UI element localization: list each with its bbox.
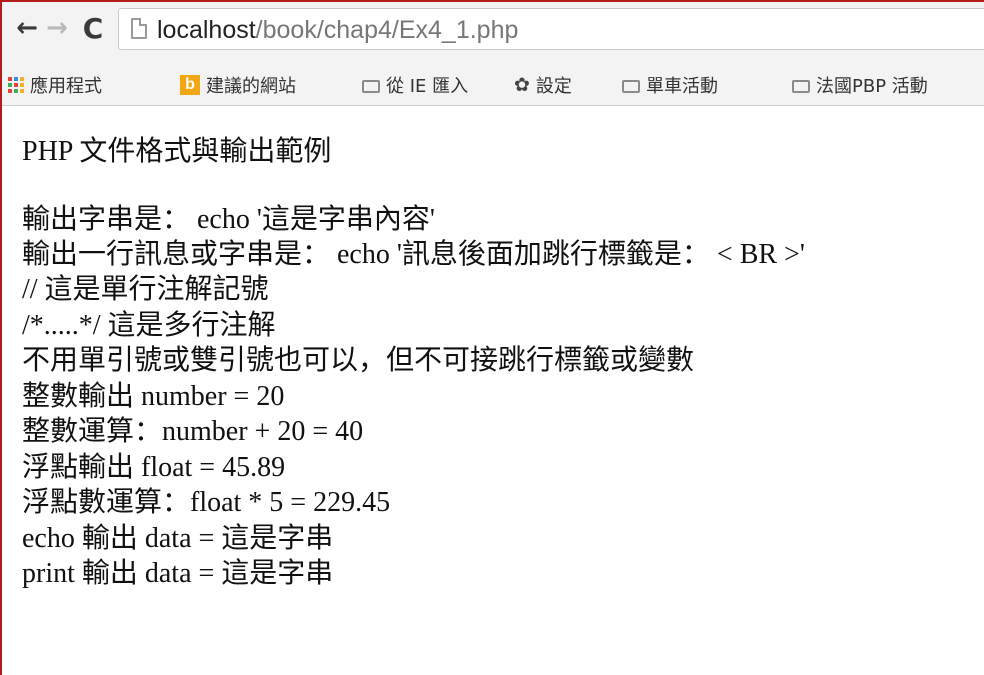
url-host: localhost <box>157 16 256 44</box>
page-icon <box>131 18 147 39</box>
bookmark-label: 建議的網站 <box>206 76 296 97</box>
bookmark-label: 從 IE 匯入 <box>386 76 469 97</box>
output-line: /*.....*/ 這是多行注解 <box>22 310 276 341</box>
bookmark-label: 設定 <box>535 76 572 97</box>
address-bar[interactable]: localhost/book/chap4/Ex4_1.php <box>118 8 984 50</box>
browser-toolbar: ← → C localhost/book/chap4/Ex4_1.php <box>2 2 984 64</box>
bookmark-suggested-sites[interactable]: b 建議的網站 <box>180 70 296 100</box>
reload-button[interactable]: C <box>78 10 108 46</box>
bookmark-import-ie[interactable]: 從 IE 匯入 <box>362 70 468 100</box>
output-line: // 這是單行注解記號 <box>22 274 269 305</box>
output-line: 浮點數運算：float * 5 = 229.45 <box>22 487 391 518</box>
output-line: echo 輸出 data = 這是字串 <box>22 523 334 554</box>
bookmark-pbp[interactable]: 法國PBP 活動 <box>792 70 928 100</box>
folder-icon <box>362 79 380 93</box>
bookmarks-bar: 應用程式 b 建議的網站 從 IE 匯入 ✿ 設定 單車活動 法國PBP 活動 <box>2 64 984 106</box>
browser-window: ← → C localhost/book/chap4/Ex4_1.php 應用程… <box>0 0 984 675</box>
bookmark-label: 應用程式 <box>30 76 102 97</box>
output-line: 輸出一行訊息或字串是： echo '訊息後面加跳行標籤是： < BR >' <box>22 239 805 270</box>
url-path: /book/chap4/Ex4_1.php <box>255 16 519 44</box>
gear-icon: ✿ <box>514 74 530 96</box>
folder-icon <box>622 79 640 93</box>
bing-icon: b <box>180 75 200 95</box>
back-button[interactable]: ← <box>12 10 42 46</box>
url-text[interactable]: localhost/book/chap4/Ex4_1.php <box>157 15 518 45</box>
output-line: 浮點輸出 float = 45.89 <box>22 452 286 483</box>
bookmark-label: 單車活動 <box>646 76 718 97</box>
output-line: 輸出字串是： echo '這是字串內容' <box>22 204 435 235</box>
output-line: 不用單引號或雙引號也可以，但不可接跳行標籤或變數 <box>22 345 695 376</box>
output-line: print 輸出 data = 這是字串 <box>22 558 334 589</box>
output-line: 整數輸出 number = 20 <box>22 381 285 412</box>
page-content: PHP 文件格式與輸出範例 輸出字串是： echo '這是字串內容' 輸出一行訊… <box>2 106 984 675</box>
bookmark-apps[interactable]: 應用程式 <box>8 70 102 100</box>
folder-icon <box>792 79 810 93</box>
page-title: PHP 文件格式與輸出範例 <box>22 136 332 167</box>
bookmark-settings[interactable]: ✿ 設定 <box>514 70 572 100</box>
apps-icon <box>8 77 24 93</box>
output-line: 整數運算：number + 20 = 40 <box>22 416 364 447</box>
bookmark-label: 法國PBP 活動 <box>816 76 928 97</box>
forward-button[interactable]: → <box>42 10 72 46</box>
bookmark-cycling[interactable]: 單車活動 <box>622 70 718 100</box>
